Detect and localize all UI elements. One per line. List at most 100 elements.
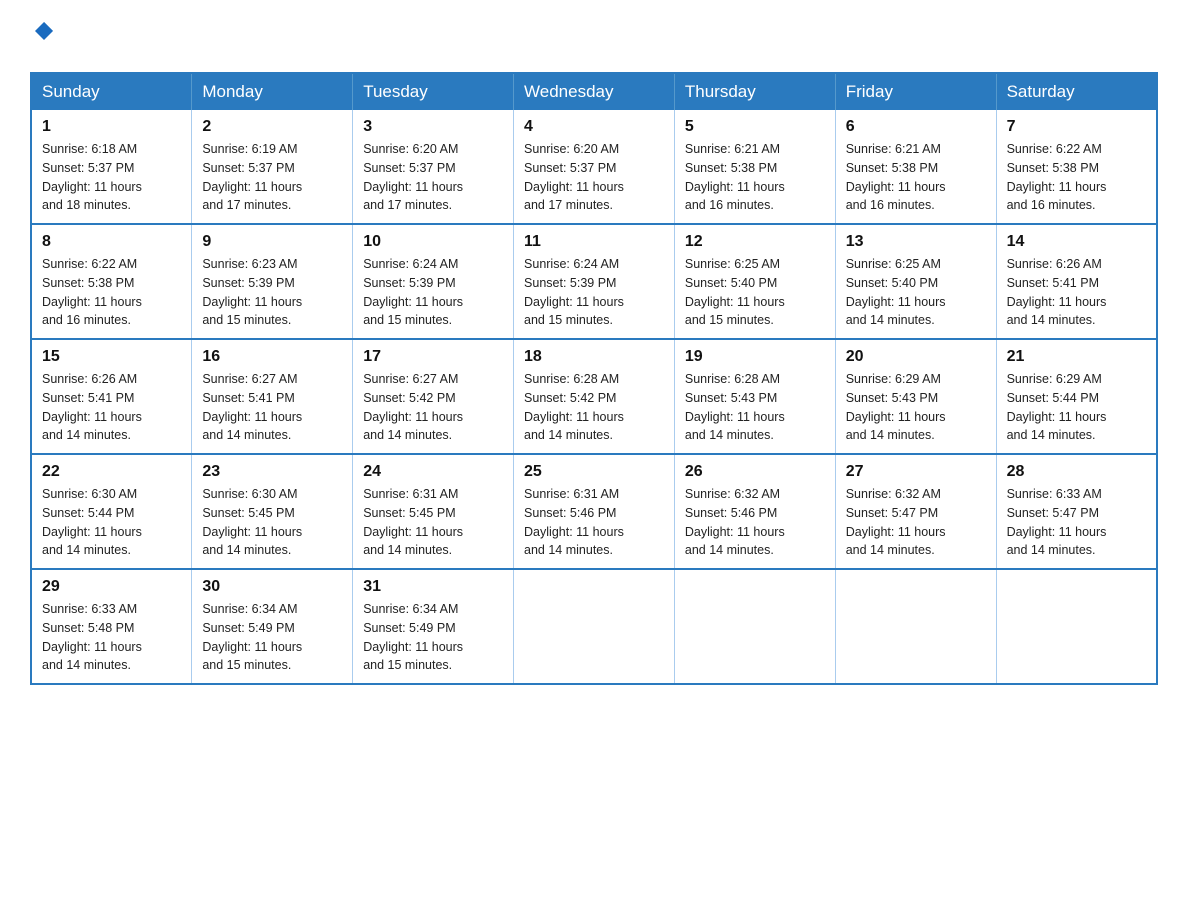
day-number: 27: [846, 463, 986, 481]
calendar-day-cell: [996, 569, 1157, 684]
day-of-week-header: Saturday: [996, 73, 1157, 110]
day-number: 12: [685, 233, 825, 251]
calendar-week-row: 15 Sunrise: 6:26 AMSunset: 5:41 PMDayligh…: [31, 339, 1157, 454]
day-number: 3: [363, 118, 503, 136]
day-info: Sunrise: 6:20 AMSunset: 5:37 PMDaylight:…: [363, 140, 503, 215]
calendar-day-cell: 20Sunrise: 6:29 AMSunset: 5:43 PMDayligh…: [835, 339, 996, 454]
day-info: Sunrise: 6:27 AMSunset: 5:42 PMDaylight:…: [363, 370, 503, 445]
calendar-day-cell: 11Sunrise: 6:24 AMSunset: 5:39 PMDayligh…: [514, 224, 675, 339]
day-number: 18: [524, 348, 664, 366]
calendar-day-cell: 26 Sunrise: 6:32 AMSunset: 5:46 PMDayligh…: [674, 454, 835, 569]
day-of-week-header: Monday: [192, 73, 353, 110]
day-number: 15: [42, 348, 181, 366]
calendar-day-cell: 10 Sunrise: 6:24 AMSunset: 5:39 PMDayligh…: [353, 224, 514, 339]
calendar-day-cell: 3 Sunrise: 6:20 AMSunset: 5:37 PMDaylight…: [353, 110, 514, 224]
day-info: Sunrise: 6:20 AMSunset: 5:37 PMDaylight:…: [524, 140, 664, 215]
day-number: 19: [685, 348, 825, 366]
calendar-day-cell: [835, 569, 996, 684]
calendar-day-cell: 29 Sunrise: 6:33 AMSunset: 5:48 PMDayligh…: [31, 569, 192, 684]
day-number: 4: [524, 118, 664, 136]
calendar-day-cell: 28Sunrise: 6:33 AMSunset: 5:47 PMDayligh…: [996, 454, 1157, 569]
day-number: 6: [846, 118, 986, 136]
day-number: 16: [202, 348, 342, 366]
day-info: Sunrise: 6:31 AMSunset: 5:46 PMDaylight:…: [524, 485, 664, 560]
calendar-day-cell: 16Sunrise: 6:27 AMSunset: 5:41 PMDayligh…: [192, 339, 353, 454]
calendar-day-cell: 2Sunrise: 6:19 AMSunset: 5:37 PMDaylight…: [192, 110, 353, 224]
day-number: 13: [846, 233, 986, 251]
calendar-day-cell: 30 Sunrise: 6:34 AMSunset: 5:49 PMDayligh…: [192, 569, 353, 684]
day-number: 22: [42, 463, 181, 481]
page-header: [30, 20, 1158, 54]
day-info: Sunrise: 6:24 AMSunset: 5:39 PMDaylight:…: [363, 255, 503, 330]
day-info: Sunrise: 6:29 AMSunset: 5:44 PMDaylight:…: [1007, 370, 1146, 445]
day-info: Sunrise: 6:25 AMSunset: 5:40 PMDaylight:…: [846, 255, 986, 330]
day-of-week-header: Thursday: [674, 73, 835, 110]
calendar-day-cell: 8 Sunrise: 6:22 AMSunset: 5:38 PMDaylight…: [31, 224, 192, 339]
day-info: Sunrise: 6:18 AMSunset: 5:37 PMDaylight:…: [42, 140, 181, 215]
calendar-day-cell: 17 Sunrise: 6:27 AMSunset: 5:42 PMDayligh…: [353, 339, 514, 454]
calendar-table: SundayMondayTuesdayWednesdayThursdayFrid…: [30, 72, 1158, 685]
day-of-week-header: Wednesday: [514, 73, 675, 110]
day-info: Sunrise: 6:31 AMSunset: 5:45 PMDaylight:…: [363, 485, 503, 560]
day-number: 23: [202, 463, 342, 481]
day-number: 28: [1007, 463, 1146, 481]
day-info: Sunrise: 6:32 AMSunset: 5:47 PMDaylight:…: [846, 485, 986, 560]
calendar-day-cell: 24 Sunrise: 6:31 AMSunset: 5:45 PMDayligh…: [353, 454, 514, 569]
calendar-day-cell: 5Sunrise: 6:21 AMSunset: 5:38 PMDaylight…: [674, 110, 835, 224]
day-number: 10: [363, 233, 503, 251]
calendar-day-cell: 9 Sunrise: 6:23 AMSunset: 5:39 PMDaylight…: [192, 224, 353, 339]
calendar-day-cell: 25Sunrise: 6:31 AMSunset: 5:46 PMDayligh…: [514, 454, 675, 569]
calendar-week-row: 22 Sunrise: 6:30 AMSunset: 5:44 PMDayligh…: [31, 454, 1157, 569]
day-number: 20: [846, 348, 986, 366]
day-info: Sunrise: 6:34 AMSunset: 5:49 PMDaylight:…: [363, 600, 503, 675]
day-info: Sunrise: 6:24 AMSunset: 5:39 PMDaylight:…: [524, 255, 664, 330]
day-info: Sunrise: 6:26 AMSunset: 5:41 PMDaylight:…: [42, 370, 181, 445]
day-info: Sunrise: 6:32 AMSunset: 5:46 PMDaylight:…: [685, 485, 825, 560]
day-number: 2: [202, 118, 342, 136]
calendar-week-row: 8 Sunrise: 6:22 AMSunset: 5:38 PMDaylight…: [31, 224, 1157, 339]
day-info: Sunrise: 6:33 AMSunset: 5:48 PMDaylight:…: [42, 600, 181, 675]
day-number: 29: [42, 578, 181, 596]
calendar-day-cell: [674, 569, 835, 684]
calendar-week-row: 29 Sunrise: 6:33 AMSunset: 5:48 PMDayligh…: [31, 569, 1157, 684]
day-number: 1: [42, 118, 181, 136]
day-info: Sunrise: 6:30 AMSunset: 5:45 PMDaylight:…: [202, 485, 342, 560]
day-number: 30: [202, 578, 342, 596]
calendar-header-row: SundayMondayTuesdayWednesdayThursdayFrid…: [31, 73, 1157, 110]
calendar-day-cell: 19Sunrise: 6:28 AMSunset: 5:43 PMDayligh…: [674, 339, 835, 454]
day-of-week-header: Sunday: [31, 73, 192, 110]
day-info: Sunrise: 6:22 AMSunset: 5:38 PMDaylight:…: [42, 255, 181, 330]
day-number: 17: [363, 348, 503, 366]
day-info: Sunrise: 6:23 AMSunset: 5:39 PMDaylight:…: [202, 255, 342, 330]
calendar-day-cell: 21 Sunrise: 6:29 AMSunset: 5:44 PMDayligh…: [996, 339, 1157, 454]
day-number: 7: [1007, 118, 1146, 136]
day-number: 31: [363, 578, 503, 596]
day-info: Sunrise: 6:30 AMSunset: 5:44 PMDaylight:…: [42, 485, 181, 560]
day-info: Sunrise: 6:25 AMSunset: 5:40 PMDaylight:…: [685, 255, 825, 330]
day-number: 24: [363, 463, 503, 481]
day-info: Sunrise: 6:22 AMSunset: 5:38 PMDaylight:…: [1007, 140, 1146, 215]
day-of-week-header: Tuesday: [353, 73, 514, 110]
day-info: Sunrise: 6:21 AMSunset: 5:38 PMDaylight:…: [846, 140, 986, 215]
calendar-day-cell: 7 Sunrise: 6:22 AMSunset: 5:38 PMDaylight…: [996, 110, 1157, 224]
calendar-day-cell: 18 Sunrise: 6:28 AMSunset: 5:42 PMDayligh…: [514, 339, 675, 454]
day-info: Sunrise: 6:34 AMSunset: 5:49 PMDaylight:…: [202, 600, 342, 675]
day-number: 21: [1007, 348, 1146, 366]
calendar-day-cell: 23 Sunrise: 6:30 AMSunset: 5:45 PMDayligh…: [192, 454, 353, 569]
day-number: 9: [202, 233, 342, 251]
logo: [30, 20, 55, 54]
calendar-day-cell: 1 Sunrise: 6:18 AMSunset: 5:37 PMDaylight…: [31, 110, 192, 224]
day-number: 8: [42, 233, 181, 251]
day-info: Sunrise: 6:28 AMSunset: 5:42 PMDaylight:…: [524, 370, 664, 445]
day-info: Sunrise: 6:26 AMSunset: 5:41 PMDaylight:…: [1007, 255, 1146, 330]
calendar-day-cell: 12 Sunrise: 6:25 AMSunset: 5:40 PMDayligh…: [674, 224, 835, 339]
day-number: 26: [685, 463, 825, 481]
logo-icon: [33, 20, 55, 47]
day-number: 5: [685, 118, 825, 136]
calendar-day-cell: [514, 569, 675, 684]
calendar-day-cell: 15 Sunrise: 6:26 AMSunset: 5:41 PMDayligh…: [31, 339, 192, 454]
calendar-day-cell: 27 Sunrise: 6:32 AMSunset: 5:47 PMDayligh…: [835, 454, 996, 569]
calendar-day-cell: 31 Sunrise: 6:34 AMSunset: 5:49 PMDayligh…: [353, 569, 514, 684]
calendar-day-cell: 6 Sunrise: 6:21 AMSunset: 5:38 PMDaylight…: [835, 110, 996, 224]
calendar-day-cell: 22 Sunrise: 6:30 AMSunset: 5:44 PMDayligh…: [31, 454, 192, 569]
